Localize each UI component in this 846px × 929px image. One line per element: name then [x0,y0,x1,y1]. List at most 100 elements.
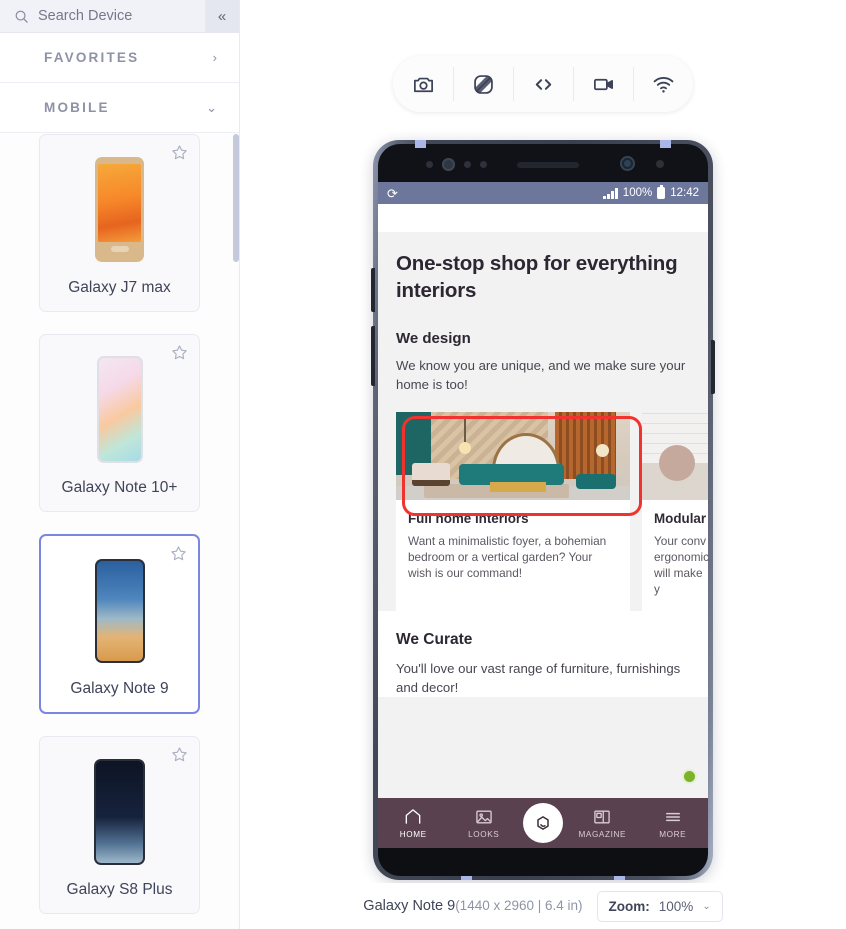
status-right: 100% 12:42 [603,185,699,199]
magazine-icon [594,810,610,824]
device-card-galaxy-note-9[interactable]: Galaxy Note 9 [39,534,200,714]
offer-card-modular[interactable]: Modular Your conv ergonomic will make y [642,412,708,611]
footer-device-name: Galaxy Note 9 [363,898,456,914]
resize-handle-top-left[interactable] [415,140,426,148]
volume-button[interactable] [371,268,375,312]
hero-section: One-stop shop for everything interiors W… [378,232,708,394]
zoom-value: 100% [658,898,694,914]
section-title-favorites: FAVORITES [44,50,140,65]
chevron-down-icon: ⌄ [206,100,217,115]
screenshot-icon[interactable] [393,56,453,112]
earpiece-speaker [517,162,579,168]
section-title-mobile: MOBILE [44,100,110,115]
sensor-icon [656,160,664,168]
device-thumbnail [49,554,190,667]
favorite-star-icon[interactable] [171,144,188,161]
device-thumbnail [48,755,191,868]
front-camera-icon [620,156,635,171]
kitchen-image [642,412,708,500]
offer-card-title: Full home interiors [408,511,529,526]
home-icon [405,809,421,824]
we-design-text: We know you are unique, and we make sure… [396,358,686,392]
battery-icon [657,185,666,199]
favorite-star-icon[interactable] [171,344,188,361]
device-name: Galaxy Note 10+ [61,479,178,496]
image-icon [476,810,492,824]
status-time: 12:42 [670,187,699,199]
loading-spinner-icon: ⟳ [387,185,398,201]
menu-icon [665,812,680,822]
nav-label: HOME [399,830,427,839]
app-root: « FAVORITES › MOBILE ⌄ Galaxy J7 max [0,0,846,929]
device-preview-area: ⟳ 100% 12:42 One-stop shop for everythin… [240,0,846,929]
nav-label: MORE [659,830,687,839]
chevron-right-icon: › [212,50,217,65]
device-card-galaxy-note-10-plus[interactable]: Galaxy Note 10+ [39,334,200,512]
bixby-button[interactable] [371,326,375,386]
nav-item-more[interactable]: MORE [638,807,709,839]
battery-percent: 100% [622,187,653,199]
web-page-body: One-stop shop for everything interiors W… [378,204,708,798]
offer-card-text: Want a minimalistic foyer, a bohemian be… [408,534,607,580]
preview-footer: Galaxy Note 9(1440 x 2960 | 6.4 in) Zoom… [240,883,846,929]
page-title: One-stop shop for everything interiors [396,252,678,302]
phone-status-bar: ⟳ 100% 12:42 [378,182,708,204]
sidebar-scrollbar-thumb[interactable] [233,134,239,262]
nav-item-home[interactable]: HOME [378,807,449,839]
sidebar-scrollbar-track[interactable] [233,134,239,929]
preview-toolbar [393,56,693,112]
search-icon [14,9,29,24]
device-card-galaxy-j7-max[interactable]: Galaxy J7 max [39,134,200,312]
device-name: Galaxy S8 Plus [66,881,173,898]
living-room-image [396,412,630,500]
search-box[interactable] [0,0,205,32]
nav-item-magazine[interactable]: MAGAZINE [567,807,638,839]
offer-card-text: Your conv ergonomic will make y [654,534,708,596]
code-icon[interactable] [513,56,573,112]
we-design-heading: We design [396,330,471,347]
offer-card-title: Modular [654,511,707,526]
device-thumbnail [48,153,191,266]
collapse-sidebar-button[interactable]: « [205,0,239,32]
page-top-spacer [378,204,708,232]
device-thumbnail [48,353,191,466]
status-indicator-dot [684,771,695,782]
resize-handle-top-right[interactable] [660,140,671,148]
device-list: Galaxy J7 max Galaxy Note 10+ Galaxy Not… [0,134,239,929]
zoom-label: Zoom: [608,898,650,914]
nav-item-looks[interactable]: LOOKS [449,807,520,839]
footer-device-info: Galaxy Note 9(1440 x 2960 | 6.4 in) [363,897,582,915]
offer-card-full-home-interiors[interactable]: Full home interiors Want a minimalistic … [396,412,630,611]
we-curate-text: You'll love our vast range of furniture,… [396,661,681,695]
search-input[interactable] [38,8,191,24]
chevron-down-icon: ⌄ [702,900,711,912]
device-card-galaxy-s8-plus[interactable]: Galaxy S8 Plus [39,736,200,914]
rotate-icon[interactable] [453,56,513,112]
phone-screen: ⟳ 100% 12:42 One-stop shop for everythin… [378,182,708,848]
power-button[interactable] [711,340,715,394]
record-icon[interactable] [573,56,633,112]
sidebar-section-favorites[interactable]: FAVORITES › [0,33,239,83]
we-curate-heading: We Curate [396,631,473,648]
device-name: Galaxy Note 9 [70,680,169,697]
favorite-star-icon[interactable] [170,545,187,562]
sensor-dots-icon [426,158,487,171]
device-sidebar: « FAVORITES › MOBILE ⌄ Galaxy J7 max [0,0,240,929]
phone-bottom-bezel [378,848,708,876]
wifi-icon[interactable] [633,56,693,112]
we-curate-section: We Curate You'll love our vast range of … [378,611,708,697]
phone-mockup: ⟳ 100% 12:42 One-stop shop for everythin… [371,140,715,880]
favorite-star-icon[interactable] [171,746,188,763]
signal-icon [603,187,618,199]
zoom-dropdown[interactable]: Zoom: 100% ⌄ [596,890,723,922]
brand-logo-icon [537,816,549,830]
phone-top-bezel [378,144,708,182]
device-name: Galaxy J7 max [68,279,171,296]
nav-label: LOOKS [468,830,500,839]
offer-card-row: Full home interiors Want a minimalistic … [378,412,708,611]
nav-item-brand-logo[interactable] [523,803,563,843]
nav-label: MAGAZINE [578,830,627,839]
footer-device-spec: (1440 x 2960 | 6.4 in) [455,898,583,913]
sidebar-section-mobile[interactable]: MOBILE ⌄ [0,83,239,133]
search-row: « [0,0,239,33]
